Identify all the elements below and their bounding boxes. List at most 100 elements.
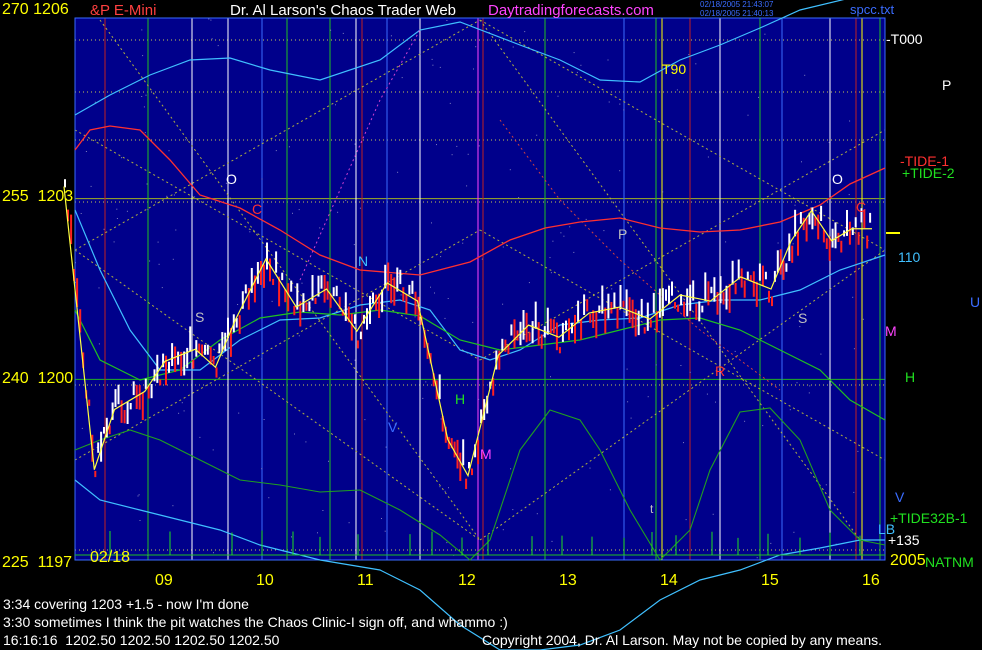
copyright: Copyright 2004, Dr. Al Larson. May not b… xyxy=(482,632,883,648)
x-tick-13: 13 xyxy=(559,572,577,589)
price-bar xyxy=(583,294,586,315)
background-dot xyxy=(213,552,214,554)
background-dot xyxy=(607,59,609,61)
background-dot xyxy=(381,518,382,519)
background-dot xyxy=(146,183,148,185)
background-dot xyxy=(354,143,356,145)
background-dot xyxy=(862,318,864,320)
background-dot xyxy=(560,232,562,234)
price-bar xyxy=(174,346,177,373)
background-dot xyxy=(172,505,174,507)
background-dot xyxy=(249,231,251,233)
price-bar xyxy=(728,283,731,313)
background-dot xyxy=(550,376,551,378)
price-bar xyxy=(683,301,686,317)
price-bar xyxy=(402,287,405,302)
price-bar xyxy=(70,214,73,245)
background-dot xyxy=(619,170,621,172)
background-dot xyxy=(477,306,479,308)
background-dot xyxy=(715,401,716,403)
price-bar xyxy=(269,258,271,282)
background-dot xyxy=(181,402,183,404)
price-bar xyxy=(640,298,643,318)
background-dot xyxy=(801,161,802,163)
background-dot xyxy=(725,241,727,243)
background-dot xyxy=(103,228,105,230)
status-line: 16:16:16 1202.50 1202.50 1202.50 1202.50 xyxy=(3,633,279,647)
background-dot xyxy=(422,397,424,399)
background-dot xyxy=(825,484,827,486)
background-dot xyxy=(210,19,212,21)
background-dot xyxy=(414,139,416,141)
price-bar xyxy=(471,468,473,476)
price-bar xyxy=(266,242,268,270)
price-bar xyxy=(558,347,561,354)
price-bar xyxy=(259,261,262,285)
background-dot xyxy=(401,77,403,79)
chart-window: 270 1206 &P E-Mini Dr. Al Larson's Chaos… xyxy=(0,0,982,650)
price-bar xyxy=(785,263,788,272)
price-bar xyxy=(456,439,459,469)
chat-line-1: 3:34 covering 1203 +1.5 - now I'm done xyxy=(3,596,249,612)
background-dot xyxy=(288,146,290,148)
background-dot xyxy=(799,326,801,328)
background-dot xyxy=(261,358,263,360)
price-bar xyxy=(186,347,189,369)
price-bar xyxy=(150,384,153,399)
price-bar xyxy=(138,385,141,410)
background-dot xyxy=(849,120,851,122)
price-bar xyxy=(103,427,105,434)
background-dot xyxy=(695,63,697,65)
marker-v-1: V xyxy=(388,419,398,435)
price-bar xyxy=(123,410,126,424)
background-dot xyxy=(550,272,552,274)
price-bar xyxy=(758,263,761,281)
background-dot xyxy=(355,547,357,549)
price-bar xyxy=(831,228,834,248)
background-dot xyxy=(121,157,122,159)
price-bar xyxy=(848,221,851,245)
price-bar xyxy=(171,343,174,366)
background-dot xyxy=(319,227,321,229)
price-bar xyxy=(275,251,278,273)
price-bar xyxy=(218,343,221,354)
background-dot xyxy=(237,304,239,305)
site-link[interactable]: Daytradingforecasts.com xyxy=(488,3,654,18)
price-bar xyxy=(595,311,598,339)
price-bar xyxy=(840,240,843,253)
background-dot xyxy=(510,468,512,470)
background-dot xyxy=(353,244,355,246)
background-dot xyxy=(793,531,795,533)
price-bar xyxy=(189,326,192,352)
background-dot xyxy=(712,513,714,515)
price-bar xyxy=(522,310,525,340)
background-dot xyxy=(808,392,810,394)
price-bar xyxy=(501,338,504,351)
t000-label: -T000 xyxy=(886,31,923,47)
line-110-label: 110 xyxy=(898,249,921,265)
price-bar xyxy=(817,214,820,240)
price-chart[interactable] xyxy=(0,0,982,650)
background-dot xyxy=(619,103,621,105)
price-bar xyxy=(791,245,794,263)
price-bar xyxy=(399,269,402,285)
background-dot xyxy=(557,95,559,97)
background-dot xyxy=(756,557,758,559)
background-dot xyxy=(744,420,746,422)
lb-label: LB xyxy=(878,521,896,537)
background-dot xyxy=(440,256,442,258)
background-dot xyxy=(98,287,100,289)
price-bar xyxy=(462,439,465,466)
chat-line-2: 3:30 sometimes I think the pit watches t… xyxy=(3,614,508,630)
price-bar xyxy=(141,392,144,420)
price-bar xyxy=(695,303,698,320)
price-bar xyxy=(665,289,667,301)
price-bar xyxy=(323,275,326,303)
background-dot xyxy=(603,230,605,232)
price-bar xyxy=(866,235,869,249)
background-dot xyxy=(440,418,442,420)
price-bar xyxy=(771,296,773,307)
background-dot xyxy=(627,401,629,403)
price-bar xyxy=(643,327,646,334)
background-dot xyxy=(676,89,678,91)
